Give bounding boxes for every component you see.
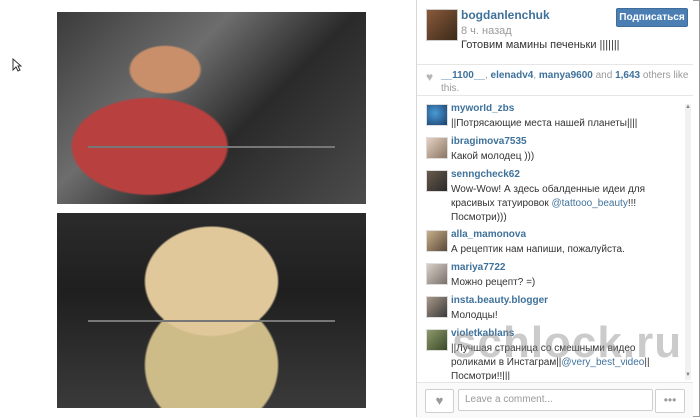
commenter-avatar[interactable]	[426, 230, 448, 252]
like-user-link[interactable]: __1100__	[441, 70, 485, 81]
commenter-avatar[interactable]	[426, 329, 448, 351]
photo-area	[0, 0, 416, 417]
comment-username[interactable]: ibragimova7535	[451, 136, 527, 147]
commenter-avatar[interactable]	[426, 104, 448, 126]
commenter-avatar[interactable]	[426, 137, 448, 159]
post-caption: Готовим мамины печеньки |||||||	[461, 39, 620, 51]
likes-count-link[interactable]: 1,643	[615, 70, 640, 81]
comment-text: А рецептик нам напиши, пожалуйста.	[451, 244, 625, 255]
heart-icon: ♥	[435, 393, 444, 408]
likes-and: and	[595, 70, 613, 81]
scroll-up-arrow-icon[interactable]: ▲	[685, 104, 691, 112]
comment-username[interactable]: mariya7722	[451, 262, 506, 273]
like-user-link[interactable]: manya9600	[539, 70, 593, 81]
comment-text: ||Потрясающие места нашей планеты||||	[451, 118, 638, 129]
comment-username[interactable]: insta.beauty.blogger	[451, 295, 548, 306]
oven-rack	[87, 320, 336, 323]
comment-bar: ♥ Leave a comment... •••	[417, 382, 693, 418]
more-options-button[interactable]: •••	[655, 389, 685, 413]
author-avatar[interactable]	[426, 9, 458, 41]
post-photo-top[interactable]	[57, 12, 366, 204]
follow-button[interactable]: Подписаться	[616, 8, 688, 27]
comment-mention-link[interactable]: @tattooo_beauty	[552, 198, 628, 209]
scroll-down-arrow-icon[interactable]: ▼	[685, 372, 691, 380]
comment-text: Какой молодец )))	[451, 151, 535, 162]
ellipsis-icon: •••	[663, 393, 677, 407]
commenter-avatar[interactable]	[426, 296, 448, 318]
post-timestamp: 8 ч. назад	[461, 25, 512, 37]
heart-icon: ♥	[426, 70, 434, 84]
comment-username[interactable]: myworld_zbs	[451, 104, 514, 114]
likes-summary: ♥ __1100__, elenadv4, manya9600 and 1,64…	[417, 64, 693, 96]
comment-text: Можно рецепт? =)	[451, 277, 536, 288]
likes-text: __1100__, elenadv4, manya9600 and 1,643 …	[441, 70, 689, 94]
comment-username[interactable]: senngcheck62	[451, 169, 520, 180]
author-username[interactable]: bogdanlenchuk	[461, 8, 550, 22]
mouse-cursor-icon	[12, 58, 22, 72]
commenter-avatar[interactable]	[426, 170, 448, 192]
comment-input[interactable]: Leave a comment...	[458, 389, 653, 411]
post-header: bogdanlenchuk 8 ч. назад Готовим мамины …	[417, 0, 693, 58]
comment-text: Wow-Wow! А здесь обалденные идеи для кра…	[451, 183, 679, 225]
like-user-link[interactable]: elenadv4	[491, 70, 534, 81]
comments-scrollbar[interactable]: ▲ ▼	[685, 104, 691, 380]
oven-rack	[87, 146, 336, 149]
comment-username[interactable]: alla_mamonova	[451, 229, 526, 240]
like-button[interactable]: ♥	[425, 389, 454, 413]
watermark: schlock.ru	[452, 318, 683, 367]
post-photo-bottom[interactable]	[57, 213, 366, 408]
commenter-avatar[interactable]	[426, 263, 448, 285]
